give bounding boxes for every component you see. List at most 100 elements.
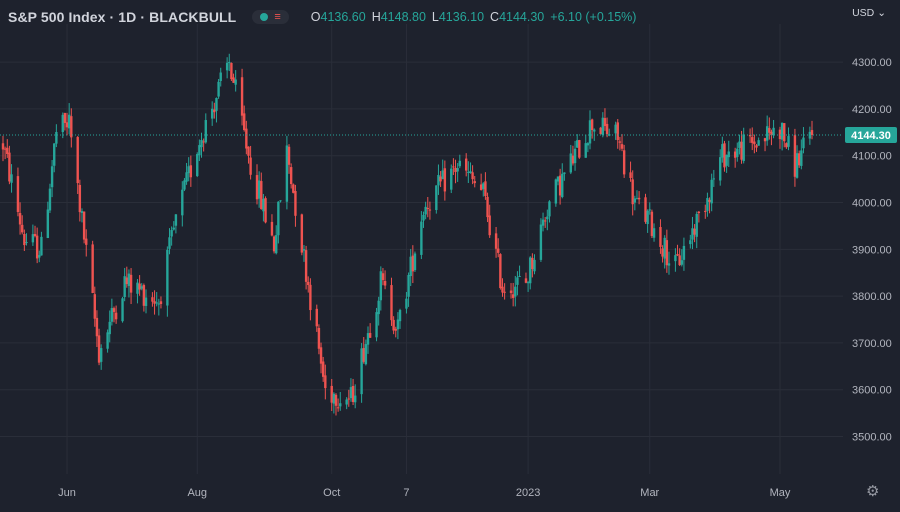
candle-body [349, 387, 353, 399]
candle-body [558, 175, 562, 196]
candle-body [232, 77, 235, 83]
candle-body [272, 236, 276, 252]
candle-body [317, 327, 321, 349]
candle-body [140, 286, 143, 289]
candle-body [533, 259, 536, 272]
candle-body [196, 154, 199, 177]
candle-body [213, 109, 216, 113]
candle-body [138, 283, 141, 290]
symbol-title[interactable]: S&P 500 Index · 1D · BLACKBULL [8, 9, 236, 25]
candle-body [605, 123, 609, 134]
candle-body [586, 143, 590, 146]
close-value: 4144.30 [499, 10, 545, 24]
high-value: 4148.80 [380, 10, 426, 24]
candle-body [484, 181, 487, 197]
y-tick-label: 4200.00 [852, 104, 892, 116]
candle-body [144, 297, 148, 306]
open-key: O [310, 10, 321, 24]
candle-body [778, 129, 782, 140]
candle-body [153, 301, 156, 304]
candle-body [601, 117, 605, 135]
candle-body [287, 146, 291, 165]
candle-body [618, 141, 622, 143]
candle-body [573, 148, 577, 164]
candle-body [765, 126, 769, 141]
candle-body [114, 312, 118, 320]
candle-body [499, 254, 502, 289]
candle-body [454, 167, 457, 173]
candle-body [529, 257, 532, 284]
candle-body [245, 128, 248, 149]
candle-body [155, 302, 158, 304]
candle-body [539, 224, 543, 260]
candle-body [593, 129, 596, 132]
candle-body [33, 233, 37, 237]
candle-body [787, 136, 790, 147]
candle-body [219, 72, 222, 81]
candle-body [783, 123, 786, 142]
visibility-toggle[interactable]: ≡ [252, 10, 289, 24]
candle-body [751, 137, 754, 143]
gear-icon[interactable]: ⚙ [866, 482, 879, 500]
candle-body [631, 179, 634, 205]
candle-body [383, 280, 387, 286]
candle-body [40, 236, 43, 256]
candle-body [247, 146, 250, 156]
y-tick-label: 4000.00 [852, 198, 892, 210]
y-tick-label: 3700.00 [852, 338, 892, 350]
candle-body [644, 197, 647, 222]
candle-body [127, 273, 131, 286]
candle-body [409, 256, 412, 277]
y-tick-label: 3500.00 [852, 432, 892, 444]
candle-body [697, 211, 701, 213]
price-chart[interactable]: 4300.00 4200.00 4100.00 4000.00 3900.00 3800.… [0, 0, 900, 512]
candle-body [695, 213, 698, 237]
candle-body [458, 160, 461, 167]
candle-body [578, 140, 581, 158]
candle-body [479, 184, 483, 190]
candle-body [78, 184, 82, 213]
y-tick-label: 4100.00 [852, 151, 892, 163]
candle-body [95, 317, 99, 337]
candle-body [588, 120, 592, 144]
x-tick-label: Oct [323, 487, 340, 499]
candle-body [465, 158, 468, 171]
candle-body [514, 286, 517, 297]
candle-body [693, 228, 696, 235]
y-tick-label: 4300.00 [852, 57, 892, 69]
x-tick-label: Aug [187, 487, 207, 499]
low-value: 4136.10 [438, 10, 485, 24]
x-tick-label: May [770, 487, 791, 499]
candle-body [46, 209, 50, 239]
candle-body [556, 176, 560, 182]
candle-body [659, 227, 662, 247]
candle-body [652, 228, 656, 238]
candle-body [780, 122, 784, 140]
currency-selector[interactable]: USD ⌄ [852, 7, 886, 19]
candle-body [452, 166, 455, 168]
candle-body [435, 185, 438, 211]
candle-body [637, 197, 641, 200]
candle-body [262, 198, 265, 212]
candle-body [704, 210, 707, 212]
candle-body [1, 143, 5, 150]
candle-body [21, 224, 24, 233]
candle-body [255, 175, 259, 200]
candle-body [802, 137, 805, 149]
candle-body [110, 308, 114, 322]
candle-body [234, 79, 237, 85]
candle-body [170, 230, 173, 237]
candle-body [665, 240, 669, 266]
candle-body [736, 148, 739, 157]
candle-body [531, 257, 534, 270]
candle-body [503, 291, 506, 293]
candle-body [183, 180, 186, 190]
candle-body [768, 128, 771, 133]
candle-body [97, 335, 101, 363]
candle-body [473, 181, 476, 184]
open-value: 4136.60 [320, 10, 366, 24]
candle-body [546, 216, 549, 220]
candle-body [166, 249, 169, 306]
candle-body [753, 141, 756, 145]
candle-body [292, 184, 295, 193]
